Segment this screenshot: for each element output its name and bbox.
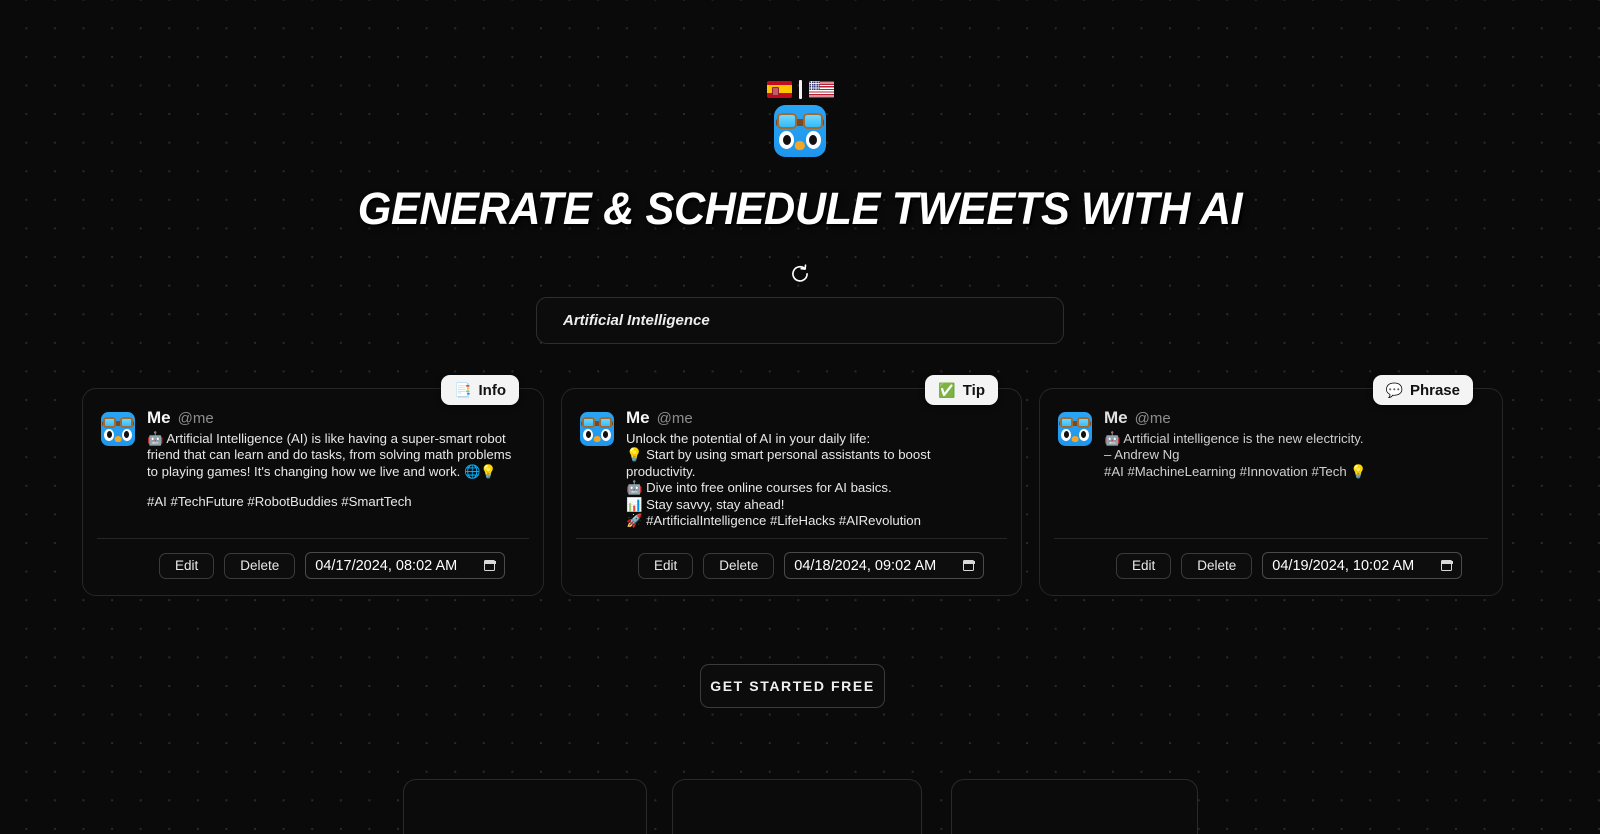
edit-button[interactable]: Edit: [1116, 552, 1172, 579]
bottom-card-row: [0, 779, 1600, 834]
bird-goggles-icon: [774, 105, 826, 157]
author-handle: @me: [177, 410, 214, 427]
schedule-datetime-input[interactable]: 04/17/2024, 08:02 AM: [305, 552, 506, 579]
language-separator: [798, 79, 802, 99]
bottom-card[interactable]: [951, 779, 1198, 834]
status-badge: 💬 Phrase: [1372, 375, 1473, 405]
refresh-button[interactable]: [784, 258, 816, 288]
edit-button[interactable]: Edit: [159, 552, 215, 579]
tweet-hashtags: #AI #TechFuture #RobotBuddies #SmartTech: [147, 494, 412, 510]
info-badge-icon: 📑: [454, 382, 472, 398]
bottom-card[interactable]: [403, 779, 647, 834]
tweet-card-list: 📑 Info Me @me 🤖 Artificial Intelligence …: [0, 375, 1600, 598]
language-switcher[interactable]: [0, 78, 1600, 100]
avatar: [101, 412, 135, 446]
datetime-value: 04/19/2024, 10:02 AM: [1272, 557, 1415, 574]
avatar: [1058, 412, 1092, 446]
card-actions: Edit Delete 04/18/2024, 09:02 AM: [576, 538, 1007, 579]
tweet-card: 💬 Phrase Me @me 🤖 Artificial intelligenc…: [1039, 375, 1503, 596]
card-actions: Edit Delete 04/19/2024, 10:02 AM: [1054, 538, 1488, 579]
calendar-icon[interactable]: [483, 560, 496, 571]
tweet-text: Unlock the potential of AI in your daily…: [626, 430, 931, 529]
author-name: Me: [147, 408, 171, 427]
delete-button[interactable]: Delete: [703, 552, 775, 579]
datetime-value: 04/17/2024, 08:02 AM: [315, 557, 458, 574]
edit-button[interactable]: Edit: [638, 552, 694, 579]
tweet-author: Me @me: [147, 408, 525, 428]
status-badge: ✅ Tip: [925, 375, 998, 405]
spain-flag-icon[interactable]: [766, 80, 792, 98]
schedule-datetime-input[interactable]: 04/19/2024, 10:02 AM: [1262, 552, 1463, 579]
status-badge: 📑 Info: [441, 375, 519, 405]
badge-label: Phrase: [1409, 381, 1460, 399]
delete-button[interactable]: Delete: [1181, 552, 1253, 579]
tweet-author: Me @me: [1104, 408, 1484, 428]
delete-button[interactable]: Delete: [224, 552, 296, 579]
topic-input[interactable]: [536, 297, 1064, 344]
calendar-icon[interactable]: [962, 560, 975, 571]
datetime-value: 04/18/2024, 09:02 AM: [794, 557, 937, 574]
calendar-icon[interactable]: [1440, 560, 1453, 571]
get-started-free-button[interactable]: GET STARTED FREE: [700, 664, 885, 708]
card-actions: Edit Delete 04/17/2024, 08:02 AM: [97, 538, 529, 579]
usa-flag-icon[interactable]: [808, 80, 834, 98]
tip-badge-icon: ✅: [938, 382, 956, 398]
author-handle: @me: [656, 410, 693, 427]
tweet-text: 🤖 Artificial Intelligence (AI) is like h…: [147, 430, 512, 479]
schedule-datetime-input[interactable]: 04/18/2024, 09:02 AM: [784, 552, 985, 579]
phrase-badge-icon: 💬: [1385, 382, 1403, 398]
tweet-text: 🤖 Artificial intelligence is the new ele…: [1104, 430, 1367, 479]
badge-label: Tip: [962, 381, 985, 399]
bottom-card[interactable]: [672, 779, 922, 834]
tweet-author: Me @me: [626, 408, 1003, 428]
author-name: Me: [1104, 408, 1128, 427]
avatar: [580, 412, 614, 446]
page-title: GENERATE & SCHEDULE TWEETS WITH AI: [357, 183, 1243, 234]
author-handle: @me: [1134, 410, 1171, 427]
app-logo: [0, 105, 1600, 157]
badge-label: Info: [478, 381, 507, 399]
refresh-counterclockwise-icon: [792, 264, 808, 282]
tweet-card: ✅ Tip Me @me Unlock the potential of AI …: [561, 375, 1022, 596]
tweet-card: 📑 Info Me @me 🤖 Artificial Intelligence …: [82, 375, 544, 596]
author-name: Me: [626, 408, 650, 427]
